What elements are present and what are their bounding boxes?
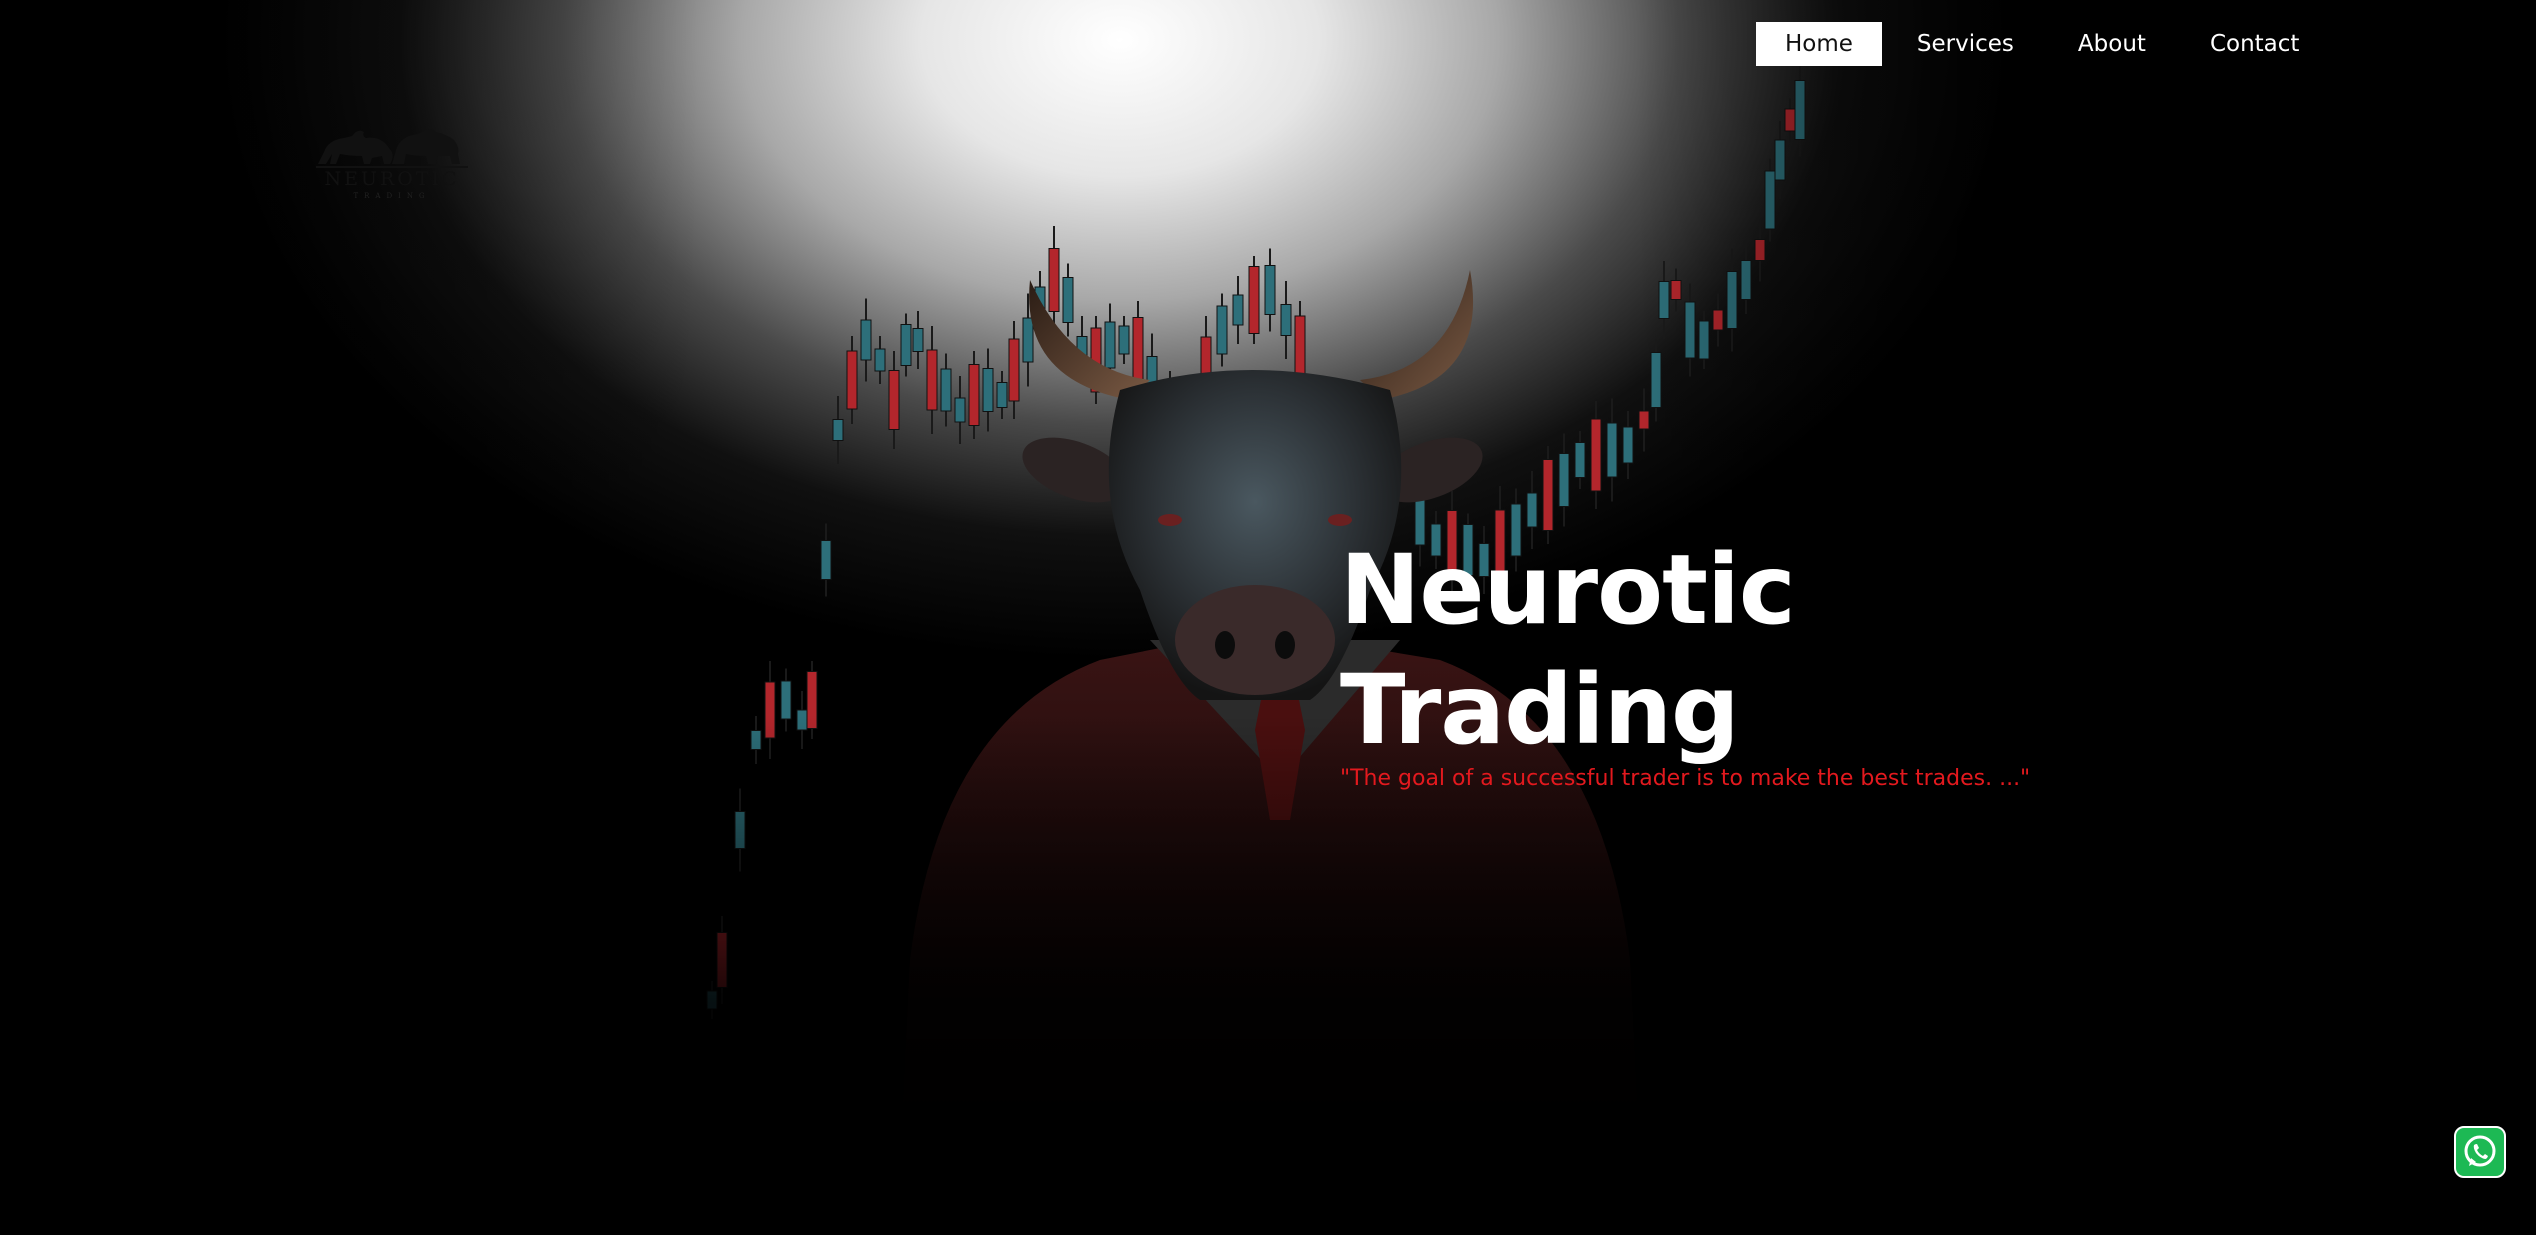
candle xyxy=(1740,246,1752,314)
logo-wordmark: NEUROTIC xyxy=(324,168,460,190)
hero-quote: "The goal of a successful trader is to m… xyxy=(1340,766,2031,791)
candle xyxy=(846,336,858,424)
candle xyxy=(750,716,762,764)
candle xyxy=(796,691,808,749)
candle xyxy=(764,661,776,759)
candle xyxy=(1698,311,1710,369)
logo-subtitle: TRADING xyxy=(353,192,431,200)
candle xyxy=(716,916,728,1004)
bull-and-bear-icon xyxy=(318,129,460,164)
candle xyxy=(1784,98,1796,142)
hero-page: NEUROTIC TRADING Home Services About Con… xyxy=(0,0,2536,1235)
hero-title: Neurotic Trading xyxy=(1340,530,1796,770)
candle xyxy=(734,788,746,872)
candle xyxy=(1712,293,1724,347)
candle xyxy=(1670,268,1682,312)
candle xyxy=(706,981,718,1019)
whatsapp-icon xyxy=(2464,1135,2496,1167)
site-logo[interactable]: NEUROTIC TRADING xyxy=(314,122,470,200)
main-nav: Home Services About Contact xyxy=(1756,22,2334,66)
candle xyxy=(888,351,900,449)
candle xyxy=(1794,63,1806,157)
candle xyxy=(1764,158,1776,242)
nav-about[interactable]: About xyxy=(2049,22,2175,66)
candle xyxy=(1684,283,1696,377)
hero-title-line2: Trading xyxy=(1340,654,1740,766)
candle xyxy=(1726,248,1738,352)
nav-contact[interactable]: Contact xyxy=(2181,22,2328,66)
candle xyxy=(1658,261,1670,339)
candle xyxy=(806,661,818,739)
nav-home[interactable]: Home xyxy=(1756,22,1882,66)
candle xyxy=(780,668,792,732)
candle xyxy=(860,298,872,382)
candle xyxy=(1774,121,1786,199)
nav-services[interactable]: Services xyxy=(1888,22,2043,66)
candle xyxy=(820,523,832,597)
candle xyxy=(832,396,844,464)
whatsapp-button[interactable] xyxy=(2454,1126,2506,1178)
candle xyxy=(874,336,886,384)
candle xyxy=(1754,218,1766,282)
hero-title-line1: Neurotic xyxy=(1340,534,1796,646)
